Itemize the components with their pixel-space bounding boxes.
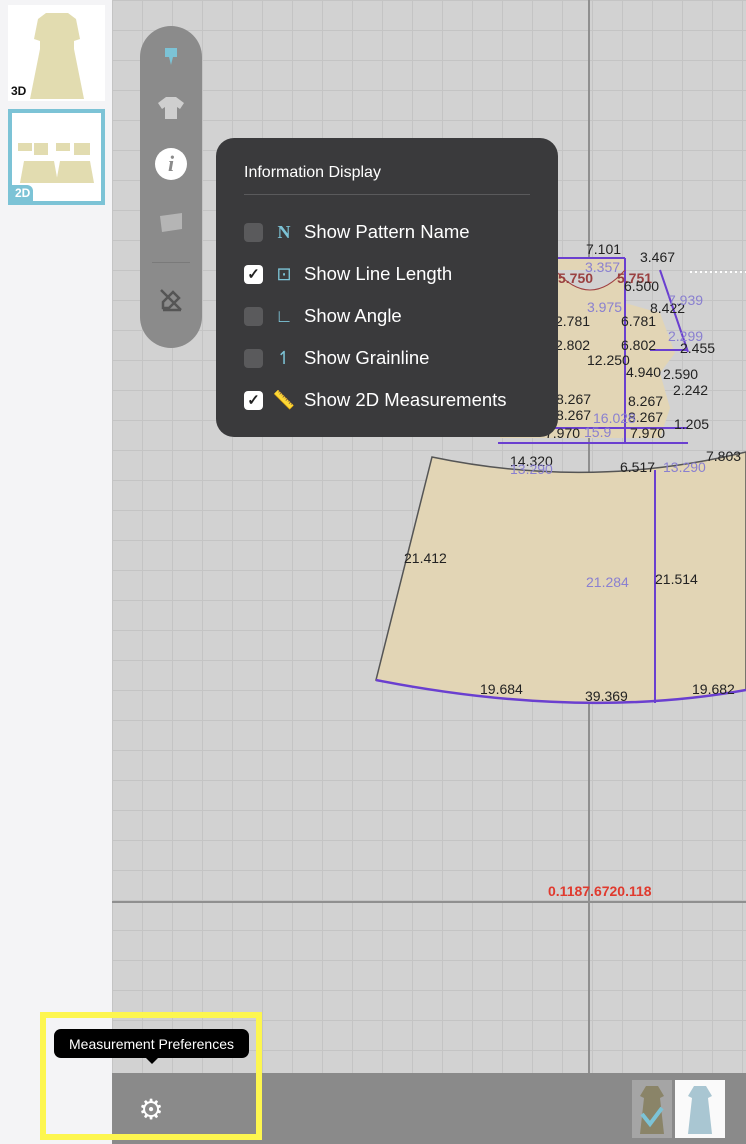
measurement-label: 21.284 <box>586 574 629 590</box>
checkbox[interactable]: ✓ <box>244 390 263 410</box>
measurement-label: 39.369 <box>585 688 628 704</box>
checkbox[interactable] <box>244 222 263 242</box>
measurement-label: 4.940 <box>626 364 662 380</box>
pattern-name-icon: N <box>277 221 291 242</box>
measurement-label: 15.9 <box>584 424 612 440</box>
measurement-label: 2.590 <box>663 366 699 382</box>
fabric-icon[interactable] <box>155 206 187 238</box>
measurement-label: 7.939 <box>668 292 704 308</box>
option-label: Show Grainline <box>304 347 430 368</box>
measurement-label: 6.781 <box>621 313 657 329</box>
garment-icon[interactable] <box>155 92 187 124</box>
option-label: Show 2D Measurements <box>304 389 507 410</box>
avatar-option[interactable] <box>675 1080 725 1138</box>
measurement-label: 7.101 <box>586 241 622 257</box>
measurement-label: 2.242 <box>673 382 709 398</box>
checkbox[interactable] <box>244 348 263 368</box>
pin-icon[interactable] <box>155 42 187 74</box>
checkbox[interactable] <box>244 306 263 326</box>
measurement-label: 3.467 <box>640 249 676 265</box>
measurement-label: 1.205 <box>674 416 710 432</box>
measurement-label: 8.267 <box>628 393 664 409</box>
measurement-label: 8.267 <box>556 391 592 407</box>
measurement-label: 2.802 <box>555 337 591 353</box>
measurement-label: 3.975 <box>587 299 623 315</box>
panel-title: Information Display <box>244 164 381 181</box>
measurement-label: 7.803 <box>706 448 742 464</box>
toolbar-divider <box>152 262 190 263</box>
measurement-label: 6.802 <box>621 337 657 353</box>
information-display-panel: Information Display N Show Pattern Name … <box>216 138 558 437</box>
edit-off-icon[interactable] <box>155 284 187 316</box>
measurement-label: 2.781 <box>555 313 591 329</box>
measurement-label: 7.970 <box>630 425 666 441</box>
measurement-label: 3.357 <box>585 259 621 275</box>
highlight-box <box>40 1012 262 1140</box>
option-label: Show Angle <box>304 305 402 326</box>
measurement-label: 13.290 <box>663 459 706 475</box>
angle-icon: ∟ <box>275 305 293 326</box>
vertical-toolbar: i <box>140 26 202 348</box>
measurement-label: 6.517 <box>620 459 656 475</box>
option-show-angle[interactable]: ∟ Show Angle <box>244 304 402 328</box>
divider <box>244 194 530 195</box>
line-length-icon: ⊡ <box>276 263 292 284</box>
measurement-label: 21.514 <box>655 571 698 587</box>
avatar-selected[interactable] <box>632 1080 672 1138</box>
option-show-2d-measurements[interactable]: ✓ 📏 Show 2D Measurements <box>244 388 507 412</box>
measurement-label: 6.500 <box>624 278 660 294</box>
checkbox[interactable]: ✓ <box>244 264 263 284</box>
measurement-label: 2.455 <box>680 340 716 356</box>
grainline-icon: ↿ <box>276 347 292 368</box>
measurement-label: 21.412 <box>404 550 447 566</box>
option-label: Show Line Length <box>304 263 453 284</box>
measurement-label: 12.250 <box>587 352 630 368</box>
measurement-label: 8.267 <box>556 407 592 423</box>
option-show-line-length[interactable]: ✓ ⊡ Show Line Length <box>244 262 452 286</box>
info-icon[interactable]: i <box>155 148 187 180</box>
coordinate-readout: 0.1187.6720.118 <box>548 883 652 899</box>
measurement-label: 19.684 <box>480 681 523 697</box>
option-show-pattern-name[interactable]: N Show Pattern Name <box>244 220 470 244</box>
measurement-label: 13.290 <box>510 461 553 477</box>
measurement-label: 16.028 <box>593 410 636 426</box>
option-show-grainline[interactable]: ↿ Show Grainline <box>244 346 429 370</box>
measurement-label: 19.682 <box>692 681 735 697</box>
option-label: Show Pattern Name <box>304 221 470 242</box>
ruler-icon: 📏 <box>272 389 296 410</box>
